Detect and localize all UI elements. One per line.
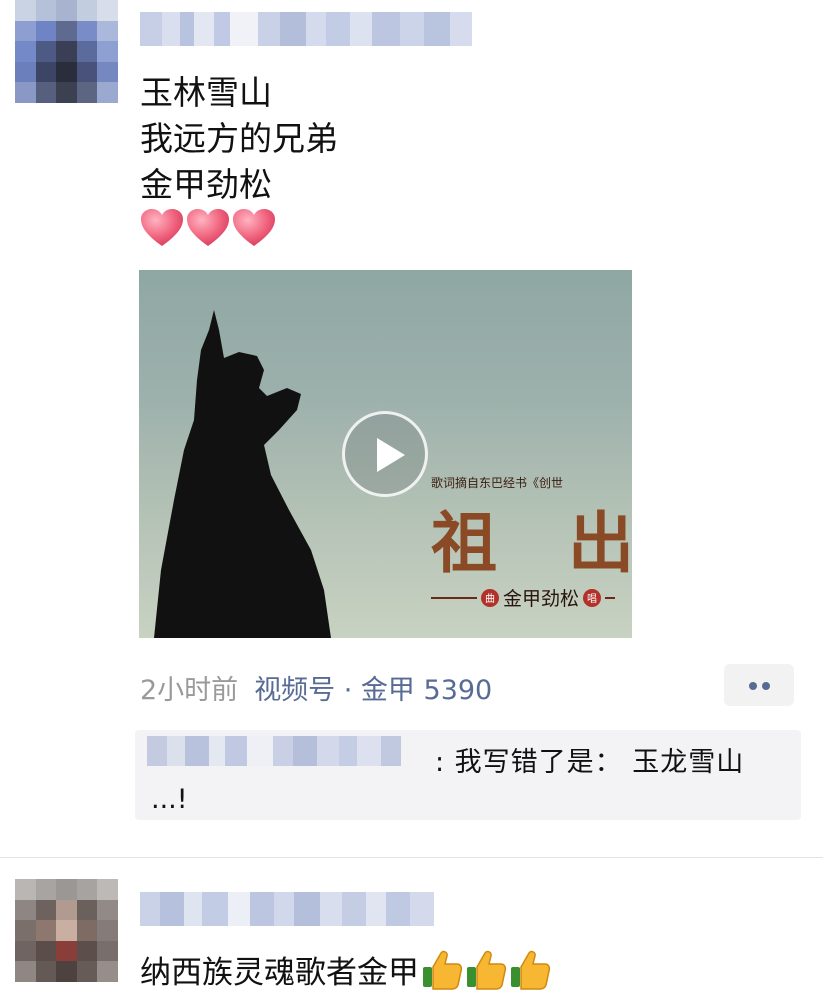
more-button[interactable] [724,664,794,706]
commenter-name-blurred[interactable] [147,736,401,766]
comment-text: : 我写错了是： 玉龙雪山 [435,747,745,778]
play-button[interactable] [342,411,428,497]
post2-line: 纳西族灵魂歌者金甲 [140,955,419,991]
avatar[interactable] [15,879,118,982]
more-dots-icon [749,682,757,690]
video-title: 祖 出 [431,504,632,582]
username-blurred[interactable] [140,892,434,926]
video-caption: 歌词摘自东巴经书《创世 [431,476,564,490]
seal-right: 唱 [583,588,602,607]
post-divider [0,857,823,858]
post-line-2: 我远方的兄弟 [140,119,338,158]
username-blurred[interactable] [140,12,472,46]
avatar[interactable] [15,0,118,103]
thumbs-up-icon [511,950,551,990]
post-line-3: 金甲劲松 [140,165,272,204]
video-credit-name: 金甲劲松 [503,588,580,610]
thumbs-up-icon [467,950,507,990]
comment-text-continued: ...! [151,784,188,815]
thumbs-up-icon [423,950,463,990]
video-credit: 曲 金甲劲松 唱 [431,584,616,611]
video-thumbnail[interactable]: 歌词摘自东巴经书《创世 祖 出 曲 金甲劲松 唱 [139,270,632,638]
post-time: 2小时前 [140,675,239,706]
post-line-1: 玉林雪山 [140,73,272,112]
heart-icon [232,208,276,248]
seal-left: 曲 [481,588,499,607]
post-text: 纳西族灵魂歌者金甲 [140,947,551,992]
comment-area: : 我写错了是： 玉龙雪山 ...! [135,730,801,820]
post-text: 玉林雪山 我远方的兄弟 金甲劲松 [140,70,338,208]
source-link[interactable]: 视频号 · 金甲 5390 [254,675,492,706]
post-meta: 2小时前 视频号 · 金甲 5390 [140,668,492,707]
heart-icon [140,208,184,248]
heart-emoji-row [140,208,276,252]
heart-icon [186,208,230,248]
